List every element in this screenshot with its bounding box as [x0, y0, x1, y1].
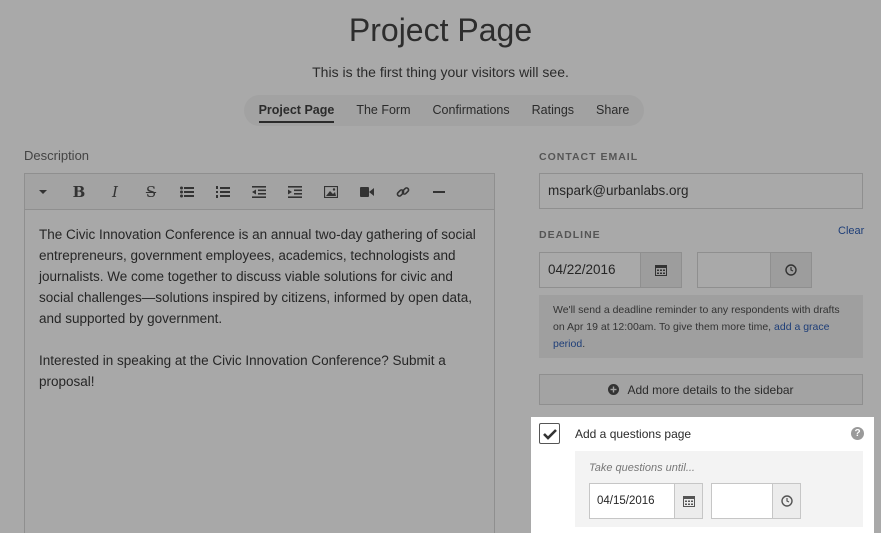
link-icon[interactable]: [385, 174, 421, 210]
questions-time-field[interactable]: [711, 483, 801, 519]
description-paragraph: The Civic Innovation Conference is an an…: [39, 227, 476, 326]
clock-icon[interactable]: [770, 253, 811, 287]
plus-circle-icon: [608, 384, 620, 395]
notice-end: .: [582, 338, 586, 350]
calendar-icon[interactable]: [640, 253, 681, 287]
questions-time-value[interactable]: [712, 484, 772, 518]
tab-share[interactable]: Share: [585, 95, 640, 126]
tab-bar: Project Page The Form Confirmations Rati…: [244, 95, 644, 126]
tab-confirmations[interactable]: Confirmations: [422, 95, 521, 126]
questions-hint: Take questions until...: [589, 462, 695, 474]
deadline-label: DEADLINE: [539, 229, 601, 241]
italic-icon[interactable]: I: [97, 174, 133, 210]
contact-email-label: CONTACT EMAIL: [539, 151, 639, 163]
page-subtitle: This is the first thing your visitors wi…: [312, 64, 569, 80]
editor-content[interactable]: The Civic Innovation Conference is an an…: [25, 210, 494, 427]
description-label: Description: [24, 148, 90, 163]
deadline-time-value[interactable]: [698, 253, 770, 287]
contact-email-input[interactable]: mspark@urbanlabs.org: [539, 173, 863, 209]
questions-page-panel: Add a questions page ? Take questions un…: [531, 417, 874, 533]
checkmark-icon: [542, 428, 557, 440]
outdent-icon[interactable]: [241, 174, 277, 210]
deadline-date-field[interactable]: 04/22/2016: [539, 252, 682, 288]
questions-page-label: Add a questions page: [575, 427, 692, 441]
tab-project-page[interactable]: Project Page: [248, 95, 346, 126]
horizontal-rule-icon[interactable]: [421, 174, 457, 210]
numbered-list-icon[interactable]: [205, 174, 241, 210]
image-icon[interactable]: [313, 174, 349, 210]
help-icon[interactable]: ?: [851, 427, 864, 440]
strikethrough-icon[interactable]: S: [133, 174, 169, 210]
add-sidebar-details-label: Add more details to the sidebar: [627, 382, 794, 397]
bullet-list-icon[interactable]: [169, 174, 205, 210]
indent-icon[interactable]: [277, 174, 313, 210]
calendar-icon[interactable]: [674, 484, 702, 518]
deadline-time-field[interactable]: [697, 252, 812, 288]
tab-the-form[interactable]: The Form: [345, 95, 421, 126]
add-sidebar-details-button[interactable]: Add more details to the sidebar: [539, 374, 863, 405]
questions-page-checkbox[interactable]: [539, 423, 560, 444]
dropdown-caret-icon[interactable]: [25, 174, 61, 210]
clock-icon[interactable]: [772, 484, 800, 518]
strike-glyph: S: [145, 182, 157, 201]
questions-date-field[interactable]: 04/15/2016: [589, 483, 703, 519]
video-icon[interactable]: [349, 174, 385, 210]
bold-icon[interactable]: B: [61, 174, 97, 210]
bold-glyph: B: [72, 182, 86, 201]
italic-glyph: I: [112, 182, 118, 201]
description-paragraph: Interested in speaking at the Civic Inno…: [39, 353, 446, 389]
page-title: Project Page: [348, 12, 533, 48]
tab-ratings[interactable]: Ratings: [521, 95, 585, 126]
clear-deadline-link[interactable]: Clear: [838, 225, 864, 237]
deadline-reminder-notice: We'll send a deadline reminder to any re…: [539, 295, 863, 358]
deadline-date-value[interactable]: 04/22/2016: [540, 253, 640, 287]
editor-toolbar: B I S: [25, 174, 494, 210]
description-editor[interactable]: B I S The Civic Innovation Conference is…: [24, 173, 495, 533]
questions-date-value[interactable]: 04/15/2016: [590, 484, 674, 518]
questions-deadline-section: Take questions until... 04/15/2016: [575, 451, 863, 527]
